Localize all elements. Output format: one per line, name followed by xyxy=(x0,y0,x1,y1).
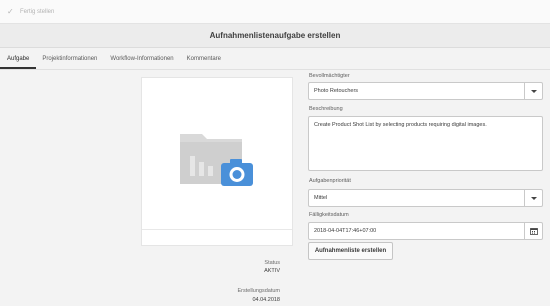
due-date-input[interactable]: 2018-04-04T17:46+07:00 xyxy=(308,222,543,240)
priority-select[interactable]: Mittel xyxy=(308,189,543,207)
top-action-bar: ✓ Fertig stellen xyxy=(0,0,550,24)
created-date-label: Erstellungsdatum xyxy=(237,288,281,294)
finish-button[interactable]: Fertig stellen xyxy=(20,9,54,15)
checkmark-icon[interactable]: ✓ xyxy=(7,7,16,16)
tab-projektinformationen[interactable]: Projektinformationen xyxy=(42,49,97,69)
tab-aufgabe[interactable]: Aufgabe xyxy=(0,49,37,69)
description-label: Beschreibung xyxy=(309,106,343,112)
tab-divider xyxy=(0,69,550,70)
priority-label: Aufgabenpriorität xyxy=(309,178,351,184)
status-label: Status xyxy=(264,260,280,266)
page-title: Aufnahmenlistenaufgabe erstellen xyxy=(209,31,341,40)
calendar-icon[interactable] xyxy=(524,223,542,239)
description-textarea[interactable]: Create Product Shot List by selecting pr… xyxy=(308,116,543,171)
chevron-down-icon[interactable] xyxy=(524,83,542,99)
status-value: AKTIV xyxy=(264,268,280,274)
chevron-down-icon[interactable] xyxy=(524,190,542,206)
thumbnail-card xyxy=(141,77,293,246)
assignee-select[interactable]: Photo Retouchers xyxy=(308,82,543,100)
thumbnail-divider xyxy=(142,229,292,230)
assignee-label: Bevollmächtigter xyxy=(309,73,350,79)
title-bar: Aufnahmenlistenaufgabe erstellen xyxy=(0,24,550,48)
create-shot-list-button[interactable]: Aufnahmenliste erstellen xyxy=(308,242,393,260)
tab-workflow-informationen[interactable]: Workflow-Informationen xyxy=(110,49,173,69)
assignee-value: Photo Retouchers xyxy=(314,88,359,94)
due-date-label: Fälligkeitsdatum xyxy=(309,212,349,218)
tab-kommentare[interactable]: Kommentare xyxy=(187,49,221,69)
due-date-value: 2018-04-04T17:46+07:00 xyxy=(314,228,377,234)
priority-value: Mittel xyxy=(314,195,328,201)
folder-camera-icon xyxy=(180,134,253,186)
tab-bar: Aufgabe Projektinformationen Workflow-In… xyxy=(0,49,550,69)
created-date-value: 04.04.2018 xyxy=(252,297,280,303)
